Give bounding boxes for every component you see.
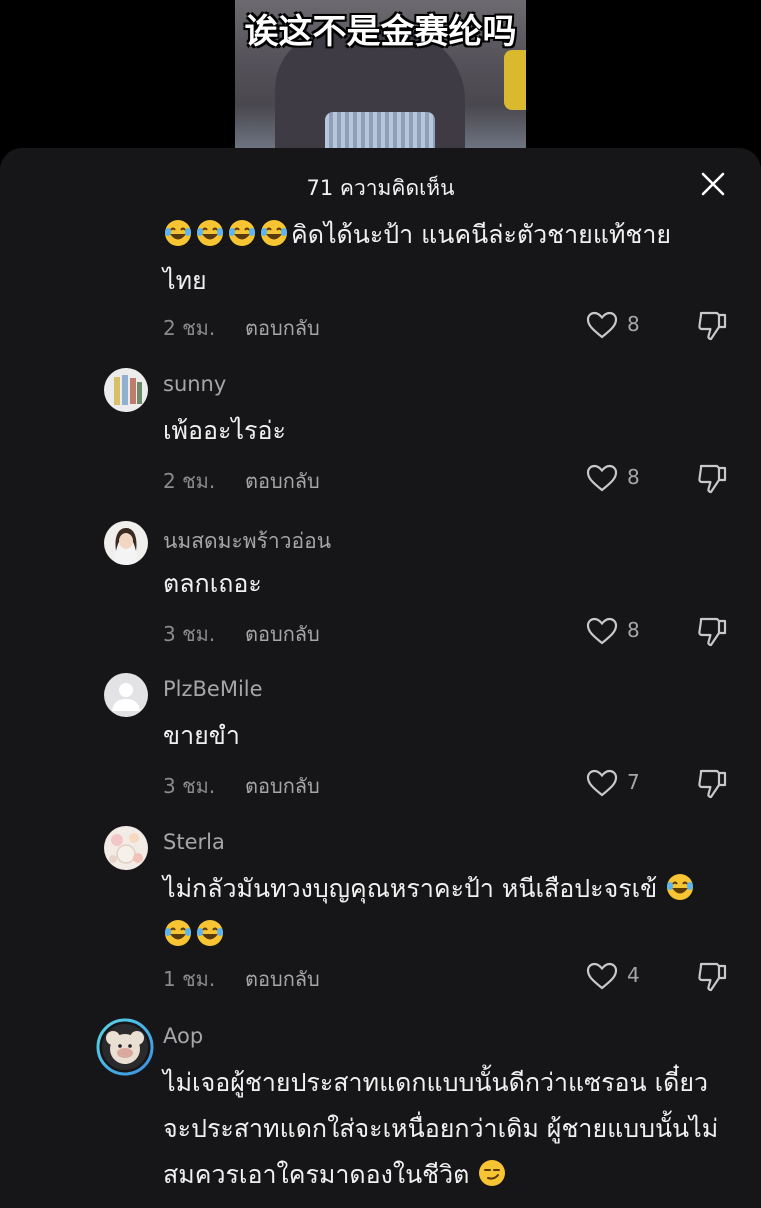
avatar[interactable] xyxy=(104,521,148,565)
laughing-crying-emoji-icon xyxy=(227,220,259,249)
reply-button[interactable]: ตอบกลับ xyxy=(245,770,320,802)
close-icon[interactable] xyxy=(699,170,727,198)
comment-text: ตลกเถอะ xyxy=(163,569,262,598)
laughing-crying-emoji-icon xyxy=(195,220,227,249)
video-area[interactable]: 诶这不是金赛纶吗 xyxy=(0,0,761,150)
comment-username[interactable]: Aop xyxy=(163,1024,203,1048)
comment-username[interactable]: นมสดมะพร้าวอ่อน xyxy=(163,525,331,558)
video-caption: 诶这不是金赛纶吗 xyxy=(244,12,517,52)
video-thumbnail[interactable]: 诶这不是金赛纶吗 xyxy=(235,0,526,150)
comment-text: ไม่กลัวมันทวงบุญคุณหราคะป้า หนีเสือปะจรเ… xyxy=(163,866,743,958)
comment-text: คิดได้นะป้า แนคนีล่ะตัวชายแท้ชาย ไทย xyxy=(163,220,672,295)
comment-username[interactable]: PlzBeMile xyxy=(163,677,263,701)
comment-text: ขายขำ xyxy=(163,721,240,750)
like-count: 8 xyxy=(627,465,640,489)
comment-time: 2 ชม. xyxy=(163,469,216,493)
avatar[interactable] xyxy=(104,368,148,412)
comments-sheet: 71 ความคิดเห็น คิดได้นะป้า แนคนีล่ะตัวชา… xyxy=(0,148,761,1208)
like-count: 7 xyxy=(627,770,640,794)
avatar[interactable] xyxy=(104,826,148,870)
comments-count-title: 71 ความคิดเห็น xyxy=(306,176,455,200)
video-background-object xyxy=(504,50,526,110)
comment-time: 2 ชม. xyxy=(163,316,216,340)
heart-icon[interactable] xyxy=(586,961,618,991)
comment-username[interactable]: Sterla xyxy=(163,830,225,854)
comment-time: 1 ชม. xyxy=(163,967,216,991)
comment-text: เพ้ออะไรอ่ะ xyxy=(163,416,286,445)
like-count: 8 xyxy=(627,618,640,642)
reply-button[interactable]: ตอบกลับ xyxy=(245,963,320,995)
avatar[interactable] xyxy=(96,1018,154,1076)
video-shirt-cuff xyxy=(325,112,435,150)
comment-text: ไม่เจอผู้ชายประสาทแดกแบบนั้นดีกว่าแซรอน … xyxy=(163,1068,719,1189)
reply-button[interactable]: ตอบกลับ xyxy=(245,465,320,497)
heart-icon[interactable] xyxy=(586,463,618,493)
laughing-crying-emoji-icon xyxy=(665,874,697,903)
laughing-crying-emoji-icon xyxy=(259,220,291,249)
comment-username[interactable]: sunny xyxy=(163,372,226,396)
laughing-crying-emoji-icon xyxy=(163,920,195,949)
heart-icon[interactable] xyxy=(586,310,618,340)
comments-header: 71 ความคิดเห็น xyxy=(0,148,761,220)
thumbs-down-icon[interactable] xyxy=(695,461,729,495)
comment-time: 3 ชม. xyxy=(163,774,216,798)
thumbs-down-icon[interactable] xyxy=(695,959,729,993)
avatar[interactable] xyxy=(104,673,148,717)
reply-button[interactable]: ตอบกลับ xyxy=(245,618,320,650)
heart-icon[interactable] xyxy=(586,768,618,798)
thumbs-down-icon[interactable] xyxy=(695,614,729,648)
thumbs-down-icon[interactable] xyxy=(695,766,729,800)
thumbs-down-icon[interactable] xyxy=(695,308,729,342)
like-count: 8 xyxy=(627,312,640,336)
reply-button[interactable]: ตอบกลับ xyxy=(245,312,320,344)
heart-icon[interactable] xyxy=(586,616,618,646)
comment-time: 3 ชม. xyxy=(163,622,216,646)
like-count: 4 xyxy=(627,963,640,987)
laughing-crying-emoji-icon xyxy=(195,920,227,949)
laughing-crying-emoji-icon xyxy=(163,220,195,249)
smirk-emoji-icon xyxy=(477,1160,509,1189)
